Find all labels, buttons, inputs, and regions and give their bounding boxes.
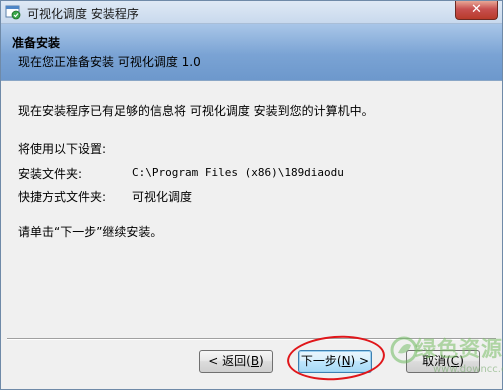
window-title: 可视化调度 安装程序 [27,7,139,21]
title-bar[interactable]: 可视化调度 安装程序 ✕ [1,1,502,24]
install-folder-label: 安装文件夹: [18,167,83,181]
shortcut-folder-value: 可视化调度 [132,190,193,204]
close-button[interactable]: ✕ [455,1,498,20]
highlight-circle-annotation [285,332,387,384]
watermark: 绿色资源网 www.downcc.com [389,331,503,389]
intro-text: 现在安装程序已有足够的信息将 可视化调度 安装到您的计算机中。 [18,104,374,118]
watermark-text: 绿色资源网 [415,337,503,361]
install-folder-value: C:\Program Files (x86)\189diaodu [132,166,344,179]
wizard-content: 现在安装程序已有足够的信息将 可视化调度 安装到您的计算机中。 将使用以下设置:… [1,81,502,336]
settings-heading: 将使用以下设置: [18,142,107,156]
watermark-url: www.downcc.com [433,364,503,375]
close-icon: ✕ [471,2,482,17]
installer-app-icon [5,5,21,20]
wizard-header: 准备安装 现在您正准备安装 可视化调度 1.0 [1,24,502,81]
back-button[interactable]: < 返回(B) [199,350,273,373]
instruction-text: 请单击“下一步”继续安装。 [18,225,163,239]
shortcut-folder-label: 快捷方式文件夹: [18,190,107,204]
back-button-suffix: ) [259,354,264,368]
back-button-prefix: < 返回( [208,354,251,368]
installer-window: 可视化调度 安装程序 ✕ 准备安装 现在您正准备安装 可视化调度 1.0 现在安… [0,0,503,390]
header-subtitle: 现在您正准备安装 可视化调度 1.0 [18,55,201,69]
back-button-key: B [250,354,260,368]
header-title: 准备安装 [12,36,61,50]
